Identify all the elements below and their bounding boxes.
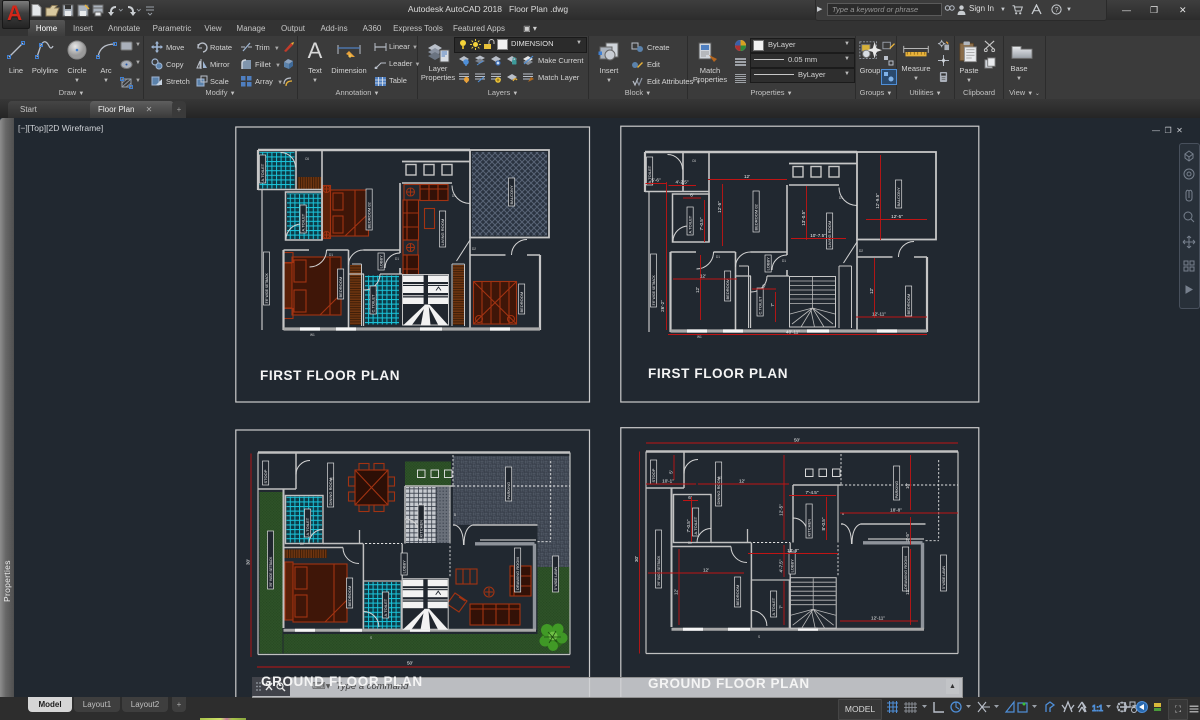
svg-text:10': 10': [905, 483, 910, 489]
svg-text:12': 12': [700, 274, 706, 279]
svg-text:7'-4.5": 7'-4.5": [806, 490, 819, 495]
svg-text:5': 5': [669, 470, 674, 474]
svg-text:12'-9.5": 12'-9.5": [875, 193, 880, 209]
svg-text:5'-6": 5'-6": [651, 178, 661, 183]
svg-text:10'-1": 10'-1": [662, 479, 674, 484]
svg-text:8'-0.5": 8'-0.5": [821, 517, 826, 530]
svg-text:7': 7': [770, 303, 775, 307]
svg-text:7'-0.5": 7'-0.5": [686, 519, 691, 532]
svg-text:12': 12': [674, 589, 679, 595]
svg-text:13'-8": 13'-8": [787, 548, 799, 553]
svg-text:30': 30': [634, 556, 639, 562]
svg-text:12'-11": 12'-11": [872, 312, 886, 317]
svg-text:40'-11": 40'-11": [786, 330, 800, 335]
svg-text:12'-5": 12'-5": [717, 201, 722, 213]
svg-text:12': 12': [869, 288, 874, 294]
svg-text:4'-2.5": 4'-2.5": [676, 180, 689, 185]
svg-text:?: ?: [1055, 7, 1059, 14]
svg-text:6': 6': [688, 495, 692, 500]
svg-text:4'-7.5": 4'-7.5": [779, 559, 784, 572]
svg-text:50': 50': [407, 661, 413, 666]
svg-text:2'-5": 2'-5": [905, 532, 910, 542]
svg-text:12': 12': [905, 589, 910, 595]
svg-text:7'-0.5": 7'-0.5": [699, 217, 704, 230]
svg-text:12'-5": 12'-5": [779, 504, 784, 516]
svg-text:26'-2": 26'-2": [660, 300, 665, 312]
svg-text:18'-8": 18'-8": [890, 508, 902, 513]
svg-text:50': 50': [794, 438, 800, 443]
svg-text:10'-7.5": 10'-7.5": [810, 233, 826, 238]
svg-text:12': 12': [739, 479, 745, 484]
svg-text:6': 6': [690, 193, 694, 198]
svg-text:12': 12': [703, 568, 709, 573]
svg-text:12'-11": 12'-11": [871, 616, 885, 621]
svg-text:13'-0.5": 13'-0.5": [801, 210, 806, 226]
svg-text:1:1: 1:1: [1092, 704, 1104, 713]
svg-text:6': 6': [762, 284, 766, 289]
svg-text:7': 7': [779, 605, 784, 609]
svg-text:12': 12': [744, 174, 750, 179]
svg-text:30': 30': [246, 559, 251, 565]
svg-text:12': 12': [695, 287, 700, 293]
svg-text:12'-5": 12'-5": [891, 214, 903, 219]
